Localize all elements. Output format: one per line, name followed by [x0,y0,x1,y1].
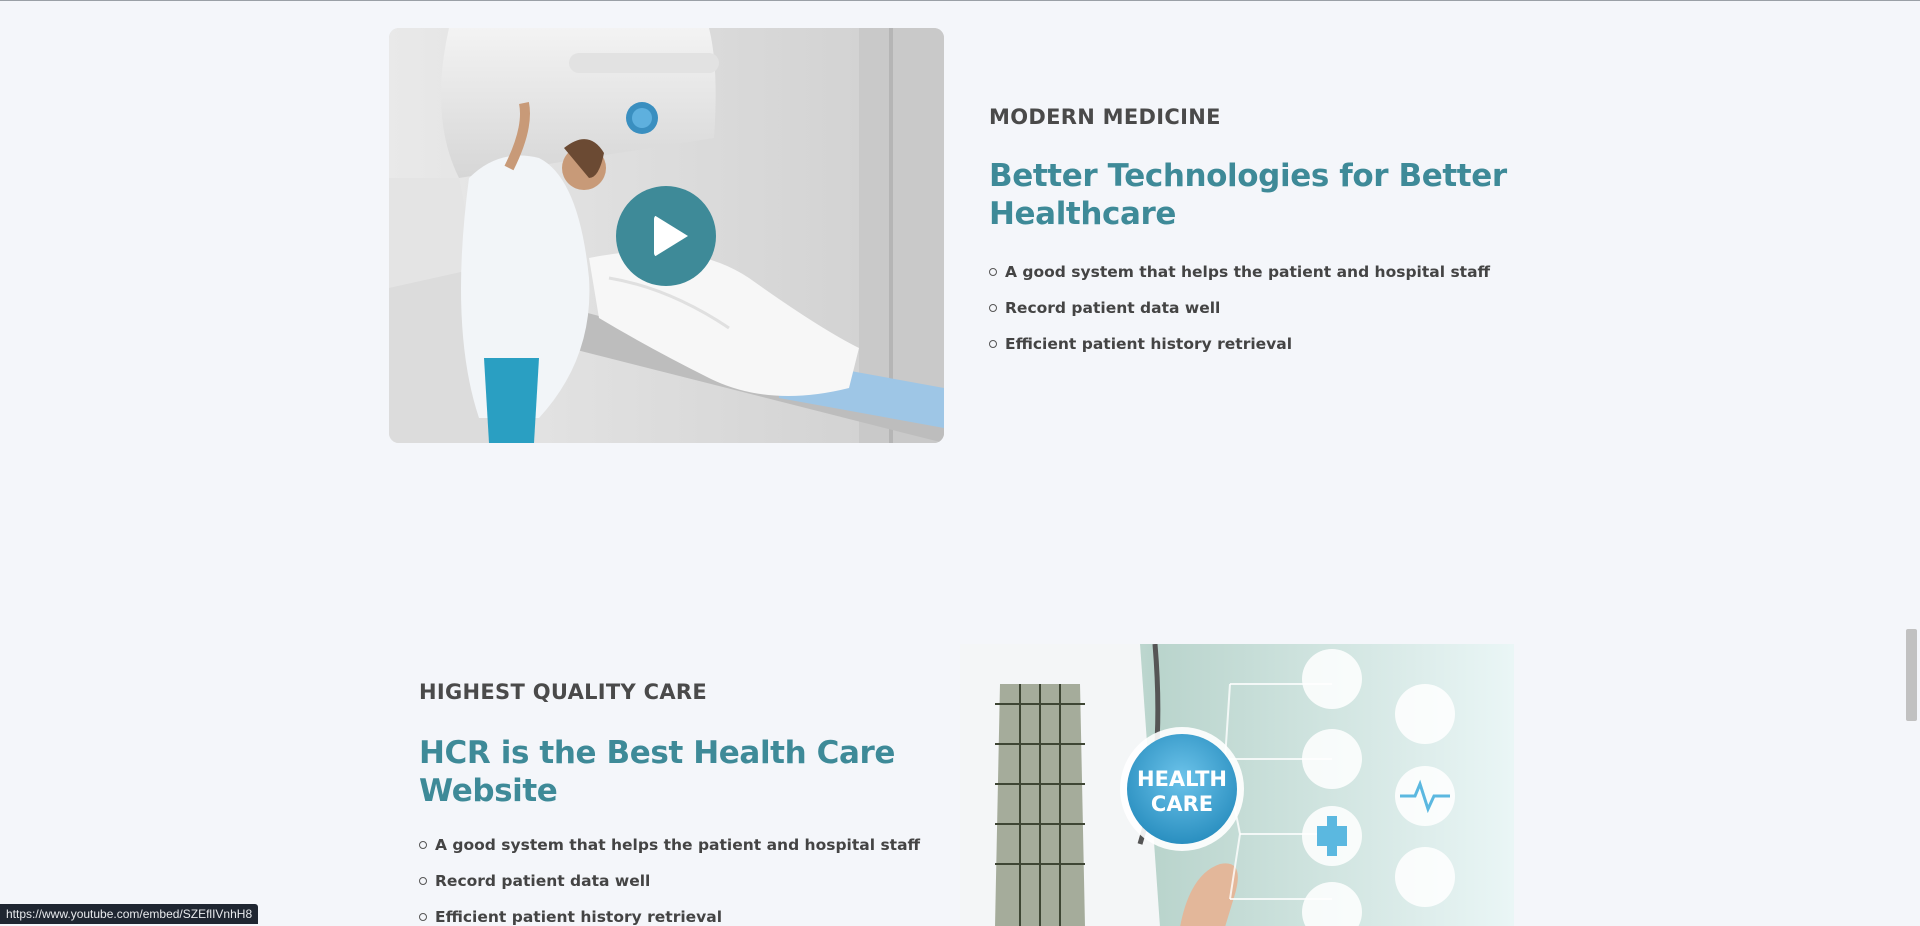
bullet-icon [419,913,427,921]
bullet-icon [989,340,997,348]
health-care-image: HEALTH CARE [960,644,1514,926]
quality-section-text: HIGHEST QUALITY CARE HCR is the Best Hea… [419,680,939,926]
bullet-icon [989,268,997,276]
technology-section-text: MODERN MEDICINE Better Technologies for … [989,105,1509,369]
feature-text: Efficient patient history retrieval [1005,335,1293,353]
health-care-illustration: HEALTH CARE [960,644,1514,926]
play-video-button[interactable] [616,186,716,286]
technology-heading: Better Technologies for Better Healthcar… [989,158,1507,232]
badge-line-1: HEALTH [1137,767,1227,791]
feature-item: Record patient data well [419,870,939,906]
feature-item: Efficient patient history retrieval [419,906,939,926]
quality-feature-list: A good system that helps the patient and… [419,834,939,926]
technology-eyebrow: MODERN MEDICINE [989,105,1221,129]
caduceus-icon [1395,847,1455,907]
feature-item: A good system that helps the patient and… [989,261,1509,297]
link-status-bar: https://www.youtube.com/embed/SZEflIVnhH… [0,904,259,924]
feature-text: A good system that helps the patient and… [1005,263,1491,281]
stethoscope-icon [1395,684,1455,744]
feature-text: Efficient patient history retrieval [435,908,723,926]
feature-item: A good system that helps the patient and… [419,834,939,870]
syringe-icon [1302,649,1362,709]
bullet-icon [419,841,427,849]
bullet-icon [419,877,427,885]
feature-text: Record patient data well [435,872,651,890]
technology-feature-list: A good system that helps the patient and… [989,261,1509,369]
badge-line-2: CARE [1151,792,1213,816]
scrollbar-thumb[interactable] [1906,629,1917,721]
quality-eyebrow: HIGHEST QUALITY CARE [419,680,708,704]
mri-video-thumbnail[interactable] [389,28,944,443]
page-scrollbar[interactable] [1903,1,1920,926]
feature-text: A good system that helps the patient and… [435,836,921,854]
page: MODERN MEDICINE Better Technologies for … [0,0,1920,926]
feature-item: Record patient data well [989,297,1509,333]
bullet-icon [989,304,997,312]
feature-text: Record patient data well [1005,299,1221,317]
pill-icon [1302,729,1362,789]
quality-heading: HCR is the Best Health Care Website [419,735,896,809]
feature-item: Efficient patient history retrieval [989,333,1509,369]
